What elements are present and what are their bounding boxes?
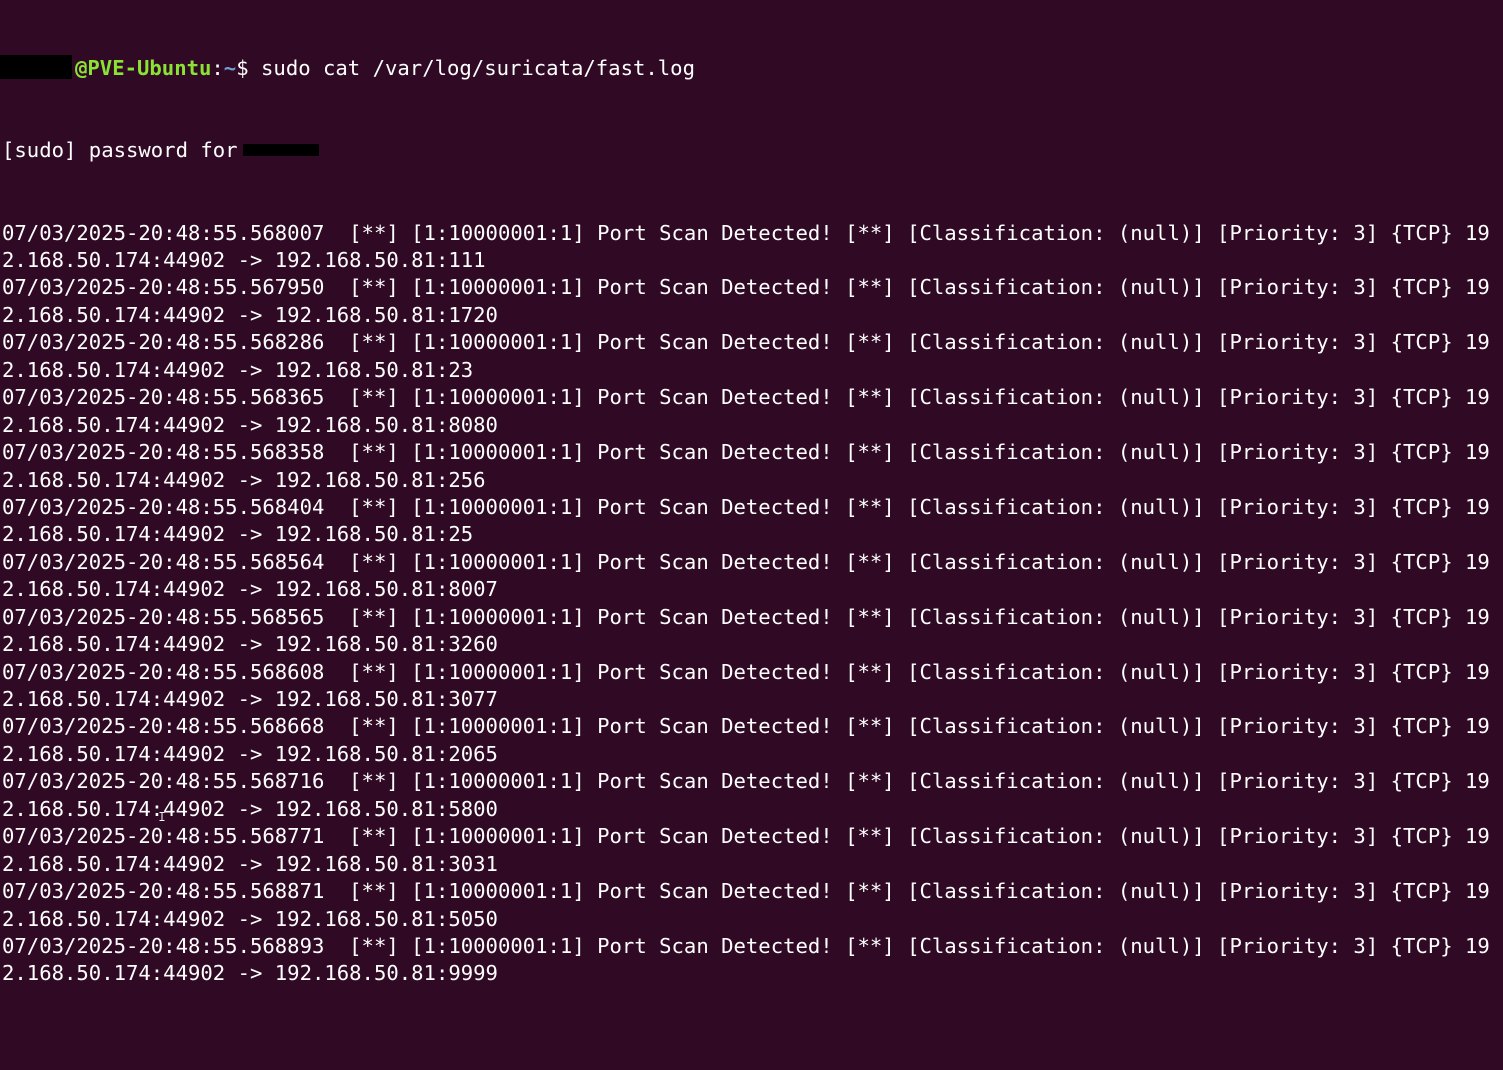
log-entry-tail: 2.168.50.174:44902 -> 192.168.50.81:1720	[2, 302, 498, 327]
log-entry: 07/03/2025-20:48:55.568286 [**] [1:10000…	[2, 329, 1503, 384]
sudo-password-prompt: [sudo] password for	[2, 138, 238, 163]
log-output: 07/03/2025-20:48:55.568007 [**] [1:10000…	[2, 220, 1503, 988]
sudo-password-line: [sudo] password for	[2, 137, 1503, 164]
redacted-username	[0, 54, 72, 79]
log-entry-tail: 2.168.50.174:44902 -> 192.168.50.81:9999	[2, 961, 498, 986]
log-entry-tail: 2.168.50.174:44902 -> 192.168.50.81:5050	[2, 906, 498, 931]
log-entry-head: 07/03/2025-20:48:55.568565 [**] [1:10000…	[2, 604, 1490, 629]
prompt-host: @PVE-Ubuntu	[75, 55, 212, 80]
log-entry: 07/03/2025-20:48:55.567950 [**] [1:10000…	[2, 274, 1503, 329]
log-entry-head: 07/03/2025-20:48:55.568286 [**] [1:10000…	[2, 330, 1490, 355]
prompt-path: ~	[223, 55, 237, 80]
log-entry: 07/03/2025-20:48:55.568668 [**] [1:10000…	[2, 713, 1503, 768]
log-entry-head: 07/03/2025-20:48:55.568404 [**] [1:10000…	[2, 494, 1490, 519]
terminal-window[interactable]: @PVE-Ubuntu:~$ sudo cat /var/log/suricat…	[0, 0, 1503, 985]
redacted-sudo-user	[242, 144, 319, 157]
log-entry: 07/03/2025-20:48:55.568564 [**] [1:10000…	[2, 549, 1503, 604]
log-entry-tail: 2.168.50.174:44902 -> 192.168.50.81:25	[2, 522, 474, 547]
log-entry-head: 07/03/2025-20:48:55.568716 [**] [1:10000…	[2, 769, 1490, 794]
log-entry-tail: 2.168.50.174:44902 -> 192.168.50.81:3260	[2, 632, 498, 657]
log-entry-tail: 2.168.50.174:44902 -> 192.168.50.81:256	[2, 467, 486, 492]
log-entry-head: 07/03/2025-20:48:55.568358 [**] [1:10000…	[2, 440, 1490, 465]
prompt-separator: :	[211, 55, 224, 80]
log-entry: 07/03/2025-20:48:55.568007 [**] [1:10000…	[2, 220, 1503, 275]
log-entry-head: 07/03/2025-20:48:55.568871 [**] [1:10000…	[2, 879, 1490, 904]
log-entry-tail: 2.168.50.174:44902 -> 192.168.50.81:8007	[2, 577, 498, 602]
log-entry-head: 07/03/2025-20:48:55.568668 [**] [1:10000…	[2, 714, 1490, 739]
log-entry-head: 07/03/2025-20:48:55.568564 [**] [1:10000…	[2, 549, 1490, 574]
log-entry: 07/03/2025-20:48:55.568358 [**] [1:10000…	[2, 439, 1503, 494]
log-entry: 07/03/2025-20:48:55.568771 [**] [1:10000…	[2, 823, 1503, 878]
log-entry-tail: 2.168.50.174:44902 -> 192.168.50.81:2065	[2, 741, 498, 766]
log-entry-head: 07/03/2025-20:48:55.568893 [**] [1:10000…	[2, 933, 1490, 958]
log-entry-tail: 2.168.50.174:44902 -> 192.168.50.81:8080	[2, 412, 498, 437]
prompt-symbol: $	[236, 55, 249, 80]
log-entry-head: 07/03/2025-20:48:55.568007 [**] [1:10000…	[2, 220, 1490, 245]
log-entry-tail: 2.168.50.174:44902 -> 192.168.50.81:111	[2, 248, 486, 273]
log-entry-tail: 2.168.50.174:44902 -> 192.168.50.81:23	[2, 357, 474, 382]
log-entry-head: 07/03/2025-20:48:55.568608 [**] [1:10000…	[2, 659, 1490, 684]
log-entry: 07/03/2025-20:48:55.568608 [**] [1:10000…	[2, 659, 1503, 714]
log-entry: 07/03/2025-20:48:55.568716 [**] [1:10000…	[2, 768, 1503, 823]
log-entry-tail: 2.168.50.174:44902 -> 192.168.50.81:3031	[2, 851, 498, 876]
i-beam-cursor-icon	[159, 812, 165, 821]
log-entry: 07/03/2025-20:48:55.568365 [**] [1:10000…	[2, 384, 1503, 439]
log-entry-head: 07/03/2025-20:48:55.568771 [**] [1:10000…	[2, 824, 1490, 849]
log-entry-tail: 2.168.50.174:44902 -> 192.168.50.81:5800	[2, 796, 498, 821]
log-entry-head: 07/03/2025-20:48:55.567950 [**] [1:10000…	[2, 275, 1490, 300]
log-entry: 07/03/2025-20:48:55.568893 [**] [1:10000…	[2, 933, 1503, 988]
log-entry: 07/03/2025-20:48:55.568404 [**] [1:10000…	[2, 494, 1503, 549]
log-entry-head: 07/03/2025-20:48:55.568365 [**] [1:10000…	[2, 385, 1490, 410]
log-entry: 07/03/2025-20:48:55.568565 [**] [1:10000…	[2, 604, 1503, 659]
log-entry: 07/03/2025-20:48:55.568871 [**] [1:10000…	[2, 878, 1503, 933]
log-entry-tail: 2.168.50.174:44902 -> 192.168.50.81:3077	[2, 687, 498, 712]
prompt-command: sudo cat /var/log/suricata/fast.log	[261, 55, 695, 80]
prompt-line: @PVE-Ubuntu:~$ sudo cat /var/log/suricat…	[0, 54, 1503, 82]
